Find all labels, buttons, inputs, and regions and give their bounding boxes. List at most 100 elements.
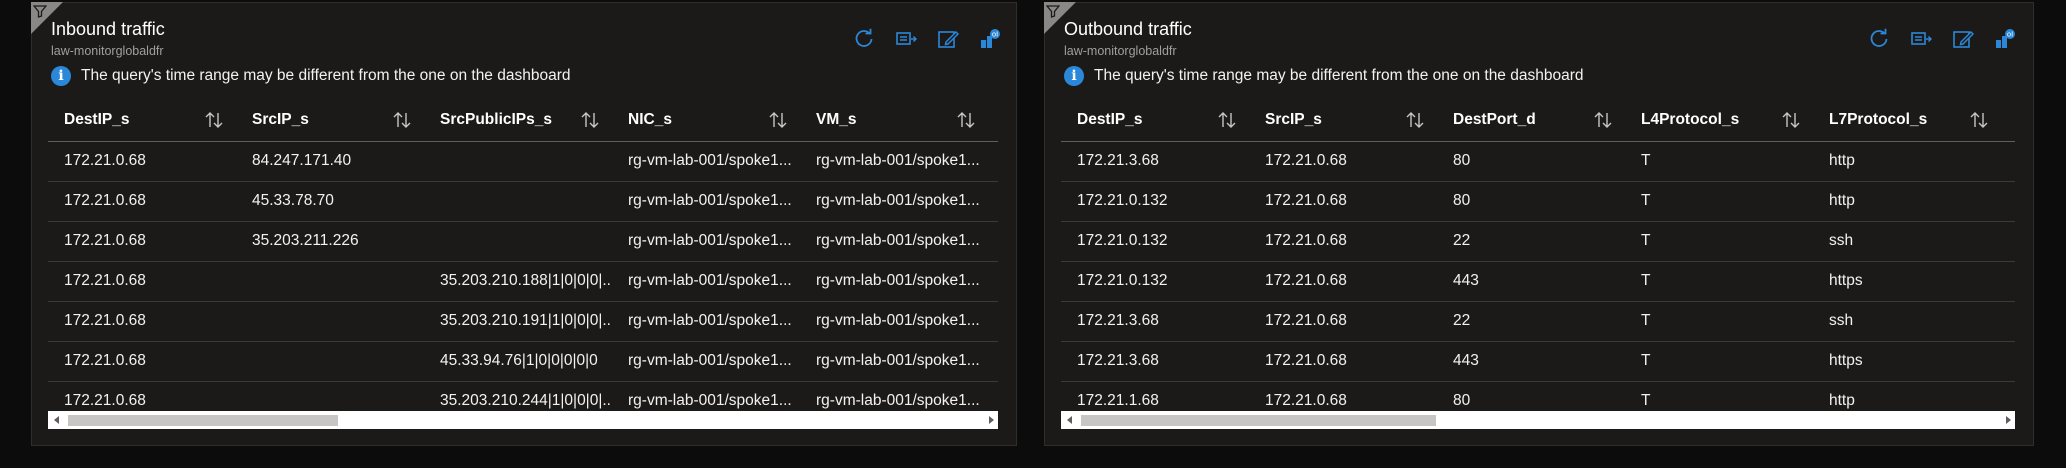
edit-query-icon[interactable] bbox=[936, 27, 960, 51]
scroll-left-icon[interactable] bbox=[54, 416, 59, 424]
time-range-info: i The query's time range may be differen… bbox=[51, 66, 571, 86]
scrollbar-thumb[interactable] bbox=[1081, 415, 1436, 426]
table-cell: https bbox=[1829, 272, 1863, 289]
table-cell: rg-vm-lab-001/spoke1... bbox=[816, 192, 980, 209]
table-cell: 35.203.211.226 bbox=[252, 232, 359, 249]
table-cell: 172.21.0.68 bbox=[64, 232, 146, 249]
table-cell: 172.21.0.132 bbox=[1077, 232, 1168, 249]
column-header[interactable]: SrcIP_s bbox=[236, 99, 424, 141]
table-cell: http bbox=[1829, 152, 1855, 169]
column-header[interactable]: Su bbox=[988, 99, 998, 141]
tile-subtitle: law-monitorglobaldfr bbox=[51, 44, 164, 58]
table-cell: 443 bbox=[1453, 352, 1479, 369]
table-row[interactable]: 172.21.3.68 172.21.0.68 443 Thttps bbox=[1061, 341, 2015, 382]
table-row[interactable]: 172.21.3.68 172.21.0.68 80 Thttp bbox=[1061, 141, 2015, 182]
table-cell: ssh bbox=[1829, 312, 1854, 329]
table-cell: http bbox=[1829, 192, 1855, 209]
time-range-info: i The query's time range may be differen… bbox=[1064, 66, 1584, 86]
scroll-right-icon[interactable] bbox=[989, 416, 994, 424]
sort-icon[interactable] bbox=[1969, 111, 1989, 129]
table-cell: T bbox=[1641, 192, 1651, 209]
table-row[interactable]: 172.21.0.68 45.33.94.76|1|0|0|0|0|0 rg-vm-… bbox=[48, 341, 998, 382]
grid-header: DestIP_s SrcIP_s SrcPublicIPs_s NIC_s VM_s Su bbox=[48, 99, 998, 142]
column-header-label: L4Protocol_s bbox=[1641, 111, 1740, 128]
edit-query-icon[interactable] bbox=[1951, 27, 1975, 51]
table-cell: T bbox=[1641, 272, 1651, 289]
table-cell: 45.33.78.70 bbox=[252, 192, 334, 209]
table-cell: 45.33.94.76|1|0|0|0|0|0 bbox=[440, 352, 598, 369]
table-cell: 443 bbox=[1453, 272, 1479, 289]
refresh-icon[interactable] bbox=[852, 27, 876, 51]
table-cell bbox=[236, 261, 424, 301]
table-cell: 22 bbox=[1453, 312, 1471, 329]
table-cell bbox=[424, 181, 612, 221]
column-header-label: SrcIP_s bbox=[1265, 111, 1322, 128]
table-row[interactable]: 172.21.0.68 35.203.211.226 rg-vm-lab-001/s… bbox=[48, 221, 998, 262]
table-row[interactable]: 172.21.0.68 84.247.171.40 rg-vm-lab-001/sp… bbox=[48, 141, 998, 182]
sort-icon[interactable] bbox=[1217, 111, 1237, 129]
table-cell: 172.21.0.68 bbox=[64, 352, 146, 369]
table-cell: 80 bbox=[1453, 152, 1471, 169]
sort-icon[interactable] bbox=[392, 111, 412, 129]
table-cell: T bbox=[1641, 352, 1651, 369]
table-row[interactable]: 172.21.0.68 35.203.210.191|1|0|0|0|... rg-… bbox=[48, 301, 998, 342]
results-grid: DestIP_s SrcIP_s DestPort_d L4Protocol_s L7P… bbox=[1061, 99, 2015, 429]
column-header[interactable]: DestIP_s bbox=[1061, 99, 1249, 141]
column-header[interactable]: VM_s bbox=[800, 99, 988, 141]
tile-subtitle: law-monitorglobaldfr bbox=[1064, 44, 1177, 58]
insights-icon[interactable]: oI bbox=[1993, 27, 2017, 51]
table-row[interactable]: 172.21.0.132 172.21.0.68 22 Tssh bbox=[1061, 221, 2015, 262]
table-cell: 35.203.210.191|1|0|0|0|... bbox=[440, 312, 612, 329]
column-header[interactable]: Flo bbox=[2001, 99, 2015, 141]
column-header[interactable]: DestIP_s bbox=[48, 99, 236, 141]
table-cell: 172.21.0.68 bbox=[1265, 272, 1347, 289]
column-header[interactable]: DestPort_d bbox=[1437, 99, 1625, 141]
table-cell: rg-vm-lab-001/spoke1... bbox=[628, 232, 792, 249]
info-icon: i bbox=[51, 66, 71, 86]
sort-icon[interactable] bbox=[204, 111, 224, 129]
open-in-logs-icon[interactable] bbox=[1909, 27, 1933, 51]
scroll-left-icon[interactable] bbox=[1067, 416, 1072, 424]
tile-title: Outbound traffic bbox=[1064, 19, 1192, 39]
table-row[interactable]: 172.21.0.132 172.21.0.68 443 Thttps bbox=[1061, 261, 2015, 302]
insights-icon[interactable]: oI bbox=[978, 27, 1002, 51]
scroll-right-icon[interactable] bbox=[2006, 416, 2011, 424]
horizontal-scrollbar[interactable] bbox=[48, 411, 998, 429]
table-cell: 172.21.0.68 bbox=[64, 272, 146, 289]
table-row[interactable]: 172.21.0.68 45.33.78.70 rg-vm-lab-001/spok… bbox=[48, 181, 998, 222]
column-header[interactable]: L4Protocol_s bbox=[1625, 99, 1813, 141]
column-header-label: VM_s bbox=[816, 111, 857, 128]
table-row[interactable]: 172.21.3.68 172.21.0.68 22 Tssh bbox=[1061, 301, 2015, 342]
refresh-icon[interactable] bbox=[1867, 27, 1891, 51]
info-text: The query's time range may be different … bbox=[81, 67, 571, 84]
sort-icon[interactable] bbox=[1781, 111, 1801, 129]
svg-text:oI: oI bbox=[2007, 31, 2013, 39]
horizontal-scrollbar[interactable] bbox=[1061, 411, 2015, 429]
column-header-label: DestIP_s bbox=[64, 111, 130, 128]
table-cell bbox=[236, 341, 424, 381]
tile-toolbar: oI bbox=[1867, 27, 2017, 51]
inbound-traffic-tile: Inbound traffic law-monitorglobaldfr i T… bbox=[31, 2, 1017, 446]
table-row[interactable]: 172.21.0.132 172.21.0.68 80 Thttp bbox=[1061, 181, 2015, 222]
sort-icon[interactable] bbox=[956, 111, 976, 129]
table-cell: 172.21.0.68 bbox=[1265, 232, 1347, 249]
info-text: The query's time range may be different … bbox=[1094, 67, 1584, 84]
table-cell: https bbox=[1829, 352, 1863, 369]
column-header-label: L7Protocol_s bbox=[1829, 111, 1928, 128]
table-cell: rg-vm-lab-001/spoke1... bbox=[628, 312, 792, 329]
column-header[interactable]: L7Protocol_s bbox=[1813, 99, 2001, 141]
column-header[interactable]: SrcPublicIPs_s bbox=[424, 99, 612, 141]
sort-icon[interactable] bbox=[1405, 111, 1425, 129]
column-header[interactable]: NIC_s bbox=[612, 99, 800, 141]
column-header-label: SrcPublicIPs_s bbox=[440, 111, 553, 128]
table-cell: T bbox=[1641, 152, 1651, 169]
table-cell bbox=[424, 221, 612, 261]
column-header[interactable]: SrcIP_s bbox=[1249, 99, 1437, 141]
table-cell: 172.21.0.68 bbox=[1265, 152, 1347, 169]
open-in-logs-icon[interactable] bbox=[894, 27, 918, 51]
table-row[interactable]: 172.21.0.68 35.203.210.188|1|0|0|0|... rg-… bbox=[48, 261, 998, 302]
sort-icon[interactable] bbox=[580, 111, 600, 129]
sort-icon[interactable] bbox=[768, 111, 788, 129]
sort-icon[interactable] bbox=[1593, 111, 1613, 129]
scrollbar-thumb[interactable] bbox=[68, 415, 338, 426]
